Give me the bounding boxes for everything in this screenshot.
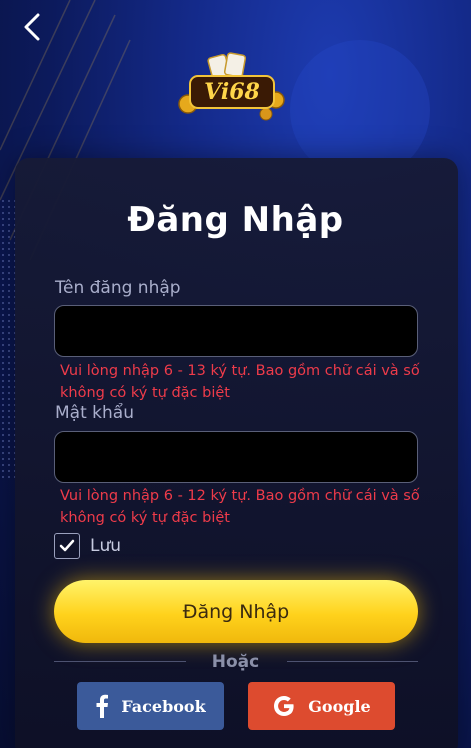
back-button[interactable]: [18, 12, 46, 42]
facebook-login-button[interactable]: Facebook: [77, 682, 224, 730]
google-icon: [272, 694, 296, 718]
password-label: Mật khẩu: [55, 403, 134, 423]
page-title: Đăng Nhập: [127, 200, 344, 240]
username-label: Tên đăng nhập: [55, 278, 181, 298]
google-login-button[interactable]: Google: [248, 682, 395, 730]
facebook-label: Facebook: [121, 696, 206, 716]
remember-label: Lưu: [90, 536, 122, 556]
facebook-icon: [95, 694, 109, 718]
login-button[interactable]: Đăng Nhập: [54, 580, 418, 643]
username-hint: Vui lòng nhập 6 - 13 ký tự. Bao gồm chữ …: [60, 363, 420, 401]
brand-logo: Vi68: [176, 52, 288, 124]
or-separator: Hoặc: [211, 652, 260, 672]
checkbox-box[interactable]: [54, 533, 80, 559]
chevron-left-icon: [24, 13, 40, 41]
username-input[interactable]: [54, 305, 418, 357]
google-label: Google: [308, 696, 371, 716]
checkmark-icon: [59, 539, 75, 552]
logo-text: Vi68: [204, 79, 260, 105]
remember-checkbox[interactable]: Lưu: [54, 533, 121, 559]
password-input[interactable]: [54, 431, 418, 483]
password-hint: Vui lòng nhập 6 - 12 ký tự. Bao gồm chữ …: [60, 488, 420, 526]
